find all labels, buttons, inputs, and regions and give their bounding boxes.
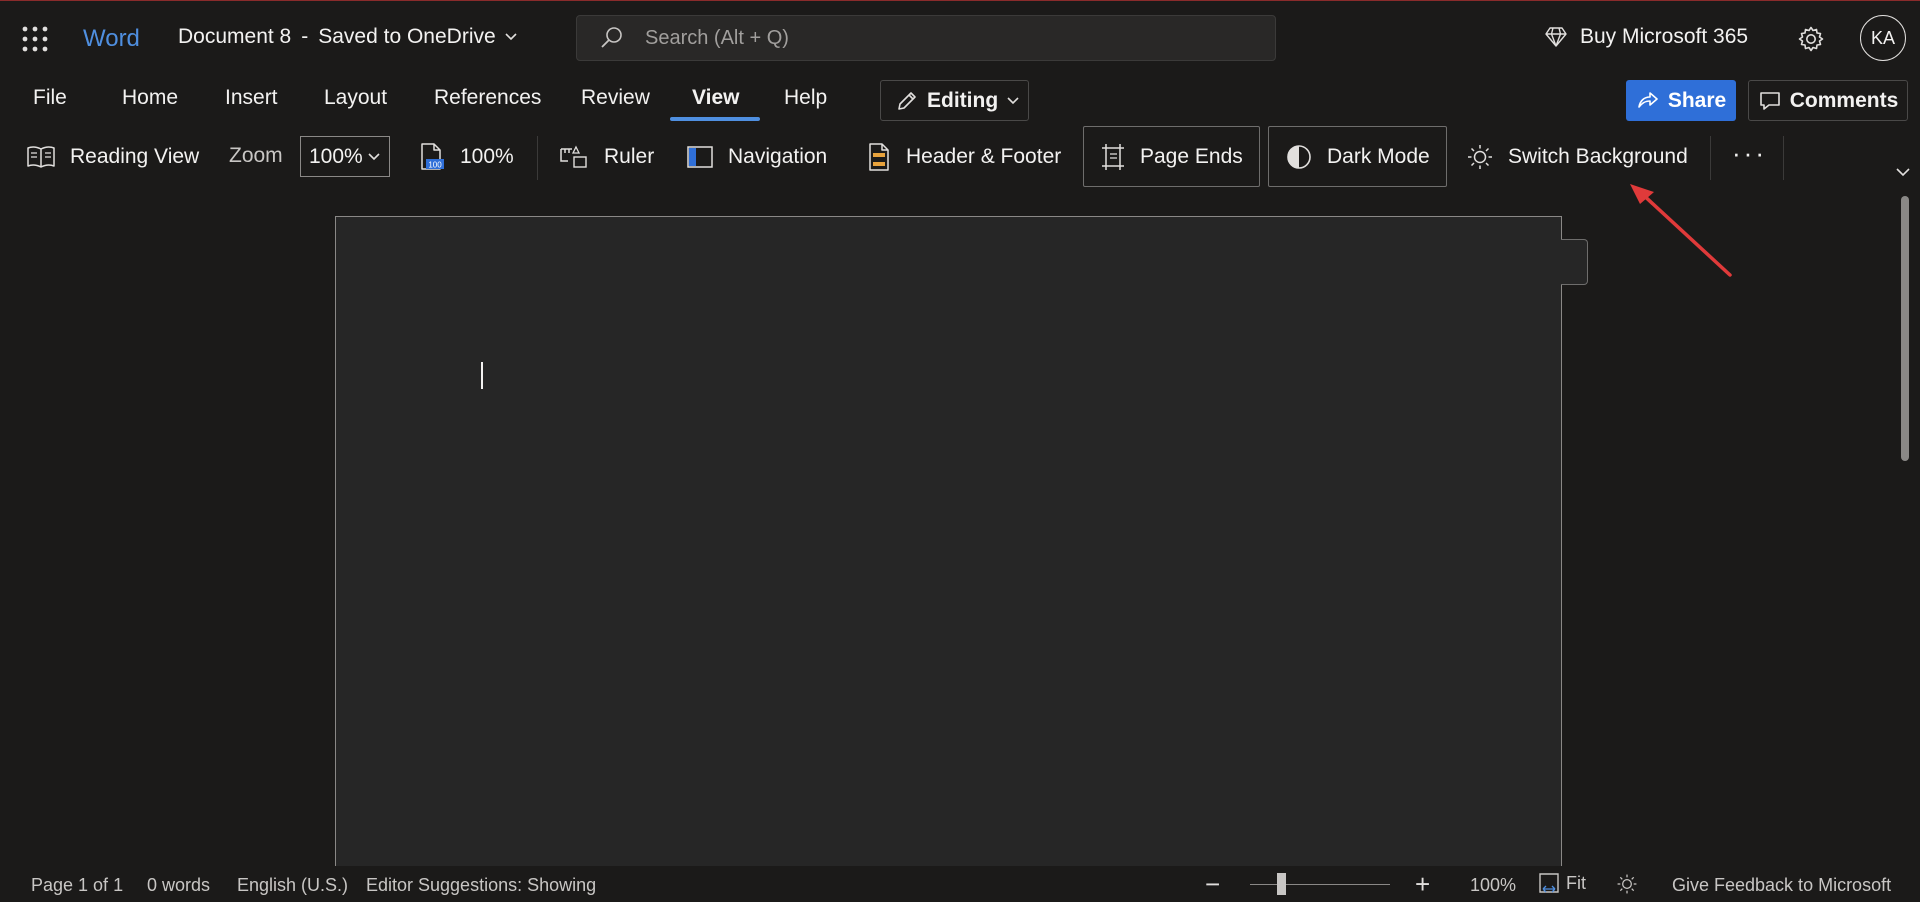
vertical-scrollbar[interactable] — [1901, 196, 1909, 461]
ruler-button[interactable]: Ruler — [558, 126, 654, 188]
word-online-window: Word Document 8 - Saved to OneDrive Buy … — [0, 0, 1920, 902]
language-status[interactable]: English (U.S.) — [237, 875, 348, 896]
ribbon-divider — [537, 136, 538, 180]
view-ribbon: Reading View Zoom 100% 100 100% Ruler Na… — [0, 126, 1920, 188]
more-options-button[interactable]: ··· — [1732, 140, 1767, 166]
comments-label: Comments — [1789, 88, 1899, 112]
document-canvas[interactable] — [0, 188, 1920, 876]
share-label: Share — [1667, 88, 1727, 112]
reading-view-label: Reading View — [70, 145, 200, 168]
sun-icon — [1468, 145, 1492, 169]
app-name[interactable]: Word — [83, 25, 140, 53]
ribbon-divider — [1783, 136, 1784, 180]
tab-home[interactable]: Home — [122, 86, 178, 110]
editing-label: Editing — [927, 88, 999, 112]
tab-review[interactable]: Review — [581, 86, 650, 110]
text-cursor — [481, 362, 483, 389]
ruler-label: Ruler — [604, 145, 655, 168]
avatar[interactable]: KA — [1860, 15, 1906, 61]
tab-layout[interactable]: Layout — [324, 86, 387, 110]
tab-view[interactable]: View — [692, 86, 739, 110]
document-page[interactable] — [335, 216, 1562, 876]
buy-microsoft-365-button[interactable]: Buy Microsoft 365 — [1544, 25, 1748, 49]
header-footer-label: Header & Footer — [906, 145, 1062, 168]
navigation-button[interactable]: Navigation — [686, 126, 827, 188]
title-separator: - — [301, 25, 309, 48]
contrast-icon — [1287, 144, 1311, 169]
search-icon — [601, 27, 622, 48]
save-status: Saved to OneDrive — [318, 25, 496, 48]
word-count[interactable]: 0 words — [147, 875, 210, 896]
fit-icon — [1539, 873, 1559, 893]
search-input[interactable] — [643, 25, 1243, 51]
tab-insert[interactable]: Insert — [225, 86, 278, 110]
dark-mode-button[interactable]: Dark Mode — [1268, 126, 1447, 187]
editing-mode-button[interactable]: Editing — [880, 80, 1029, 121]
fit-button[interactable]: Fit — [1538, 872, 1586, 894]
status-bar: Page 1 of 1 0 words English (U.S.) Edito… — [0, 866, 1920, 902]
ribbon-divider — [1710, 136, 1711, 180]
chevron-down-icon — [368, 152, 380, 160]
diamond-icon — [1545, 27, 1567, 47]
switch-background-label: Switch Background — [1508, 145, 1688, 168]
page-ends-button[interactable]: Page Ends — [1083, 126, 1260, 187]
header-footer-button[interactable]: Header & Footer — [866, 126, 1061, 188]
book-icon — [27, 146, 55, 168]
navigation-pane-icon — [687, 146, 713, 168]
zoom-slider-thumb[interactable] — [1277, 873, 1286, 895]
chevron-down-icon — [505, 33, 517, 41]
dark-mode-label: Dark Mode — [1327, 144, 1430, 168]
tab-references[interactable]: References — [434, 86, 541, 110]
page-ends-label: Page Ends — [1140, 144, 1243, 168]
zoom-percent[interactable]: 100% — [1470, 875, 1516, 896]
sun-icon[interactable] — [1616, 873, 1638, 895]
ribbon-collapse-chevron-icon[interactable] — [1895, 166, 1911, 178]
document-title-button[interactable]: Document 8 - Saved to OneDrive — [178, 25, 518, 49]
editor-suggestions-status[interactable]: Editor Suggestions: Showing — [366, 875, 596, 896]
page-ends-icon — [1102, 143, 1124, 170]
comment-icon — [1759, 91, 1780, 110]
share-icon — [1638, 91, 1658, 108]
zoom-100-button[interactable]: 100 100% — [418, 126, 514, 188]
zoom-value: 100% — [309, 144, 363, 168]
comments-button[interactable]: Comments — [1748, 80, 1908, 121]
zoom-100-label: 100% — [460, 145, 514, 168]
gear-icon[interactable] — [1797, 25, 1825, 53]
reading-view-button[interactable]: Reading View — [26, 126, 199, 188]
zoom-100-icon: 100 — [421, 143, 444, 170]
search-box[interactable] — [576, 15, 1276, 61]
feedback-link[interactable]: Give Feedback to Microsoft — [1672, 875, 1891, 896]
zoom-slider-track[interactable] — [1250, 884, 1390, 885]
menu-bar: File Home Insert Layout References Revie… — [0, 74, 1920, 126]
pencil-icon — [898, 91, 916, 110]
switch-background-button[interactable]: Switch Background — [1466, 126, 1688, 188]
share-button[interactable]: Share — [1626, 80, 1736, 121]
zoom-label: Zoom — [229, 144, 283, 167]
tab-file[interactable]: File — [33, 86, 67, 110]
tab-help[interactable]: Help — [784, 86, 827, 110]
document-name: Document 8 — [178, 25, 292, 48]
header-footer-icon — [869, 143, 889, 171]
zoom-dropdown[interactable]: 100% — [300, 136, 390, 177]
page-count[interactable]: Page 1 of 1 — [31, 875, 123, 896]
buy-label: Buy Microsoft 365 — [1580, 25, 1749, 48]
app-launcher-icon[interactable] — [22, 26, 48, 52]
fit-label: Fit — [1566, 872, 1586, 893]
navigation-label: Navigation — [728, 145, 828, 168]
zoom-100-badge: 100 — [428, 161, 442, 170]
zoom-in-button[interactable]: + — [1415, 869, 1430, 900]
zoom-out-button[interactable]: − — [1205, 869, 1220, 900]
title-bar: Word Document 8 - Saved to OneDrive Buy … — [0, 0, 1920, 74]
ruler-icon — [560, 145, 587, 168]
active-tab-indicator — [670, 117, 760, 121]
chevron-down-icon — [1007, 96, 1019, 104]
comment-margin-tab[interactable] — [1561, 239, 1588, 285]
